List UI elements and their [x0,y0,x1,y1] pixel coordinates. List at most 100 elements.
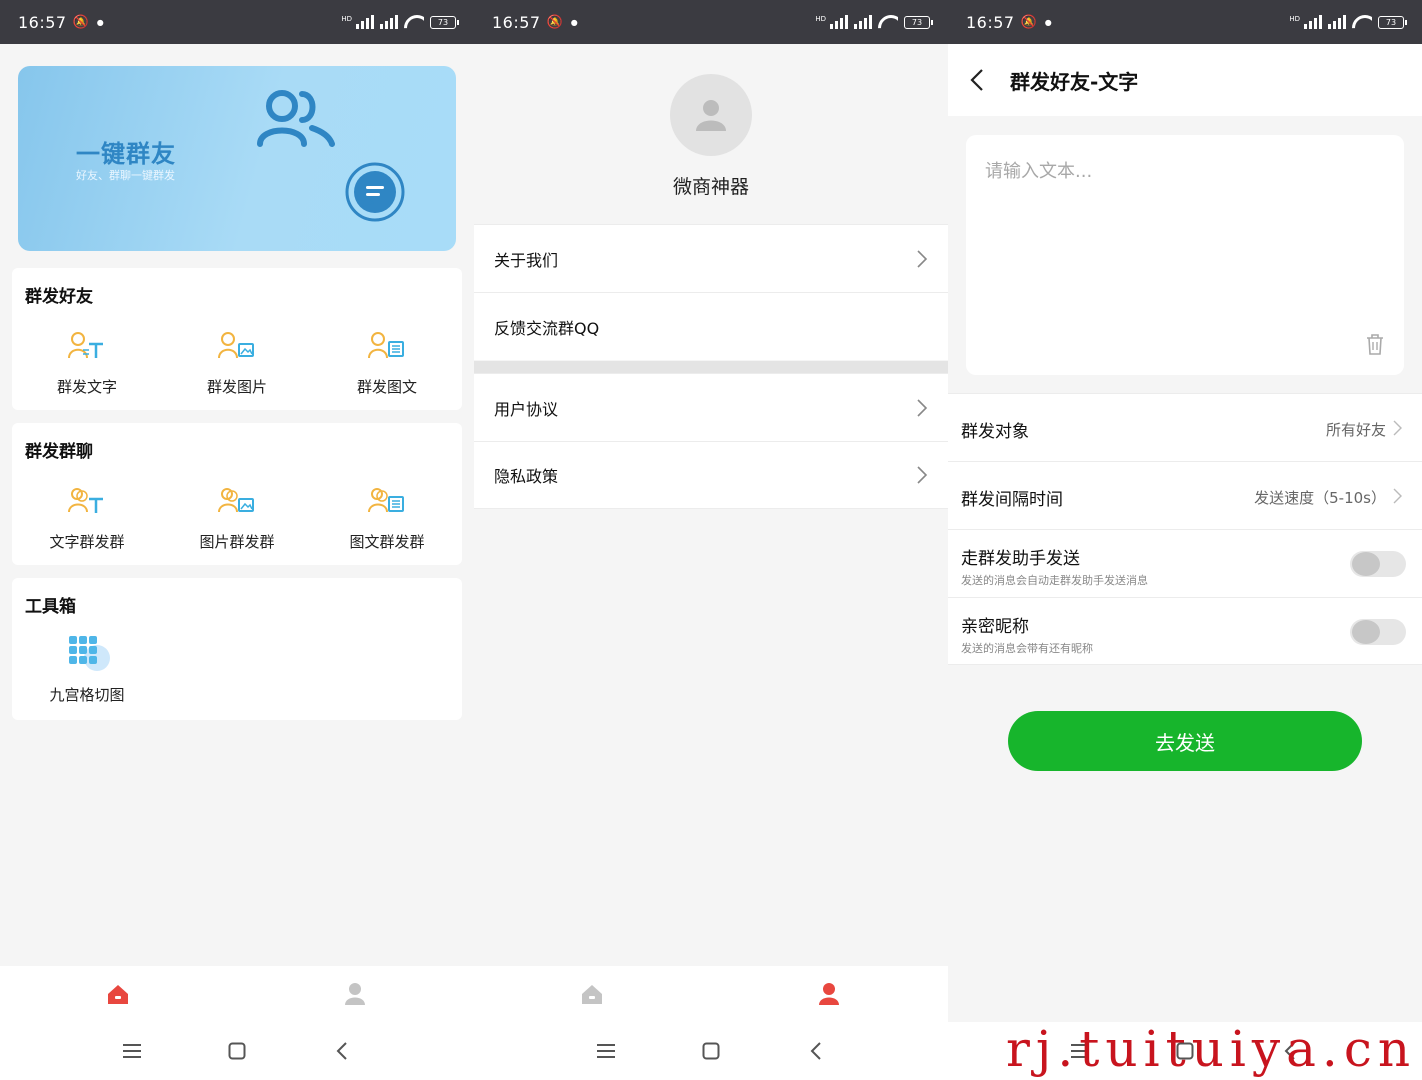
target-row[interactable]: 群发对象 所有好友 [948,393,1422,461]
notification-dot-icon: ● [1044,17,1052,27]
send-image-item[interactable]: 群发图片 [162,330,312,397]
notification-dot-icon: ● [96,17,104,27]
menu-item-feedback[interactable]: 反馈交流群QQ [474,292,948,360]
back-chevron-icon [336,1042,347,1060]
menu-item-about[interactable]: 关于我们 [474,224,948,292]
toggle-knob [1352,620,1380,644]
user-article-icon [312,330,462,362]
profile-screen: 16:57 🔕 ● HD 73 微商神器 关于我们 反馈交流群QQ 用户协议 隐… [474,0,948,1080]
battery-icon: 73 [430,15,459,29]
message-input[interactable]: 请输入文本... [966,135,1404,375]
group-text-icon [12,485,162,517]
hd-badge: HD [341,15,352,23]
status-time: 16:57 [492,12,541,32]
avatar[interactable] [670,74,752,156]
mute-bell-icon: 🔕 [72,14,89,30]
compose-title-bar: 群发好友-文字 [948,44,1422,116]
user-text-icon [12,330,162,362]
home-icon [582,985,602,1004]
chevron-right-icon [917,398,928,417]
nickname-toggle[interactable] [1350,619,1406,645]
status-right: HD 73 [341,15,459,29]
send-article-item[interactable]: 群发图文 [312,330,462,397]
send-image-label: 群发图片 [206,378,267,396]
send-text-label: 群发文字 [56,378,117,396]
target-label: 群发对象 [961,422,1029,442]
battery-icon: 73 [1378,15,1407,29]
group-article-item[interactable]: 图文群发群 [312,485,462,552]
tab-profile[interactable] [815,980,843,1008]
signal-icon [356,15,374,29]
helper-toggle[interactable] [1350,551,1406,577]
status-right: HD 73 [1289,15,1407,29]
system-nav-bar [0,1022,474,1080]
wifi-icon [1352,15,1372,29]
home-banner[interactable]: 一键群友 好友、群聊一键群发 [18,66,456,251]
menu-nav-button[interactable] [120,1039,144,1063]
app-name: 微商神器 [672,176,749,198]
target-value: 所有好友 [1325,421,1386,439]
helper-row: 走群发助手发送 发送的消息会自动走群发助手发送消息 [948,529,1422,597]
friends-section-title: 群发好友 [25,287,93,307]
grid-cut-item[interactable]: 九宫格切图 [12,634,162,705]
trash-icon[interactable] [1366,333,1384,355]
menu-item-label: 反馈交流群QQ [494,318,600,338]
toggle-knob [1352,552,1380,576]
wifi-icon [404,15,424,29]
menu-item-agreement[interactable]: 用户协议 [474,373,948,441]
home-nav-button[interactable] [699,1039,723,1063]
menu-lines-icon [597,1044,615,1058]
group-image-icon [162,485,312,517]
compose-screen: 16:57 🔕 ● HD 73 群发好友-文字 请输入文本... 群发对象 所有… [948,0,1422,1080]
send-article-label: 群发图文 [356,378,417,396]
mute-bell-icon: 🔕 [1020,14,1037,30]
tools-section-title: 工具箱 [25,597,76,617]
bottom-tab-bar [474,966,948,1022]
interval-label: 群发间隔时间 [961,490,1063,510]
people-icon [257,90,335,147]
bottom-tab-bar [0,966,474,1022]
watermark-text: rj.tuituiya.cn [1006,1020,1417,1078]
mute-bell-icon: 🔕 [546,14,563,30]
tools-card: 工具箱 九宫格切图 [12,578,462,720]
person-icon [345,983,365,1005]
square-icon [228,1042,246,1060]
menu-item-label: 隐私政策 [494,467,559,486]
tab-home[interactable] [578,980,606,1008]
chevron-right-icon [1393,488,1402,504]
square-icon [702,1042,720,1060]
battery-icon: 73 [904,15,933,29]
menu-item-label: 用户协议 [494,399,559,419]
interval-row[interactable]: 群发间隔时间 发送速度（5-10s） [948,461,1422,529]
signal-icon [1304,15,1322,29]
group-article-icon [312,485,462,517]
back-nav-button[interactable] [804,1039,828,1063]
back-button[interactable] [970,68,984,92]
grid-cut-label: 九宫格切图 [49,686,125,704]
signal-icon [830,15,848,29]
status-time: 16:57 [966,12,1015,32]
screens: 16:57 🔕 ● HD 73 一键群友 好友、群聊一键群发 群发好友 群发文字… [0,0,1422,1080]
tab-home[interactable] [104,980,132,1008]
menu-item-privacy[interactable]: 隐私政策 [474,441,948,509]
home-icon [108,985,128,1004]
menu-lines-icon [123,1044,141,1058]
group-text-label: 文字群发群 [49,533,125,551]
send-text-item[interactable]: 群发文字 [12,330,162,397]
menu-item-label: 关于我们 [494,250,559,270]
battery-level: 73 [1385,17,1397,27]
person-icon [819,983,839,1005]
home-nav-button[interactable] [225,1039,249,1063]
menu-nav-button[interactable] [594,1039,618,1063]
notification-dot-icon: ● [570,17,578,27]
helper-description: 发送的消息会自动走群发助手发送消息 [961,574,1148,587]
back-nav-button[interactable] [330,1039,354,1063]
group-image-item[interactable]: 图片群发群 [162,485,312,552]
groups-section-title: 群发群聊 [25,442,93,462]
signal-icon-2 [854,15,872,29]
group-text-item[interactable]: 文字群发群 [12,485,162,552]
nickname-description: 发送的消息会带有还有昵称 [961,642,1093,655]
send-button[interactable]: 去发送 [1008,711,1362,771]
tab-profile[interactable] [341,980,369,1008]
status-bar: 16:57 🔕 ● HD 73 [948,0,1422,44]
